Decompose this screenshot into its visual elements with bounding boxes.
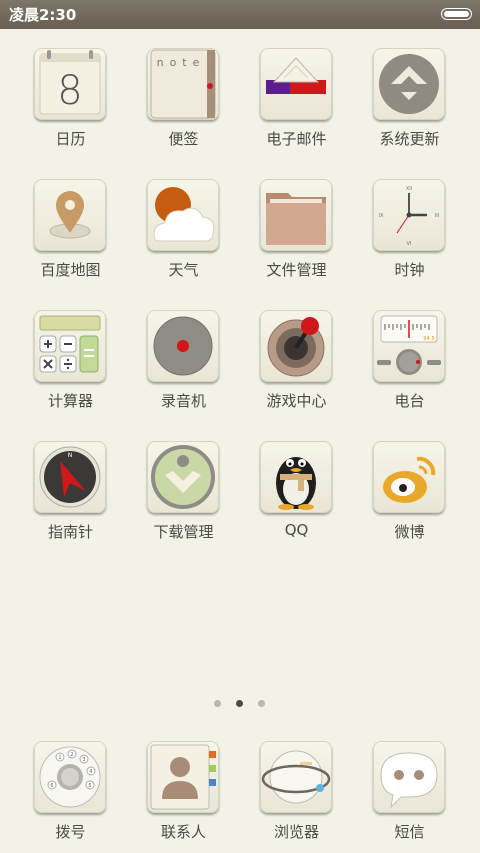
folder-icon bbox=[260, 179, 332, 251]
page-dot[interactable] bbox=[214, 700, 221, 707]
dock-app-browser[interactable]: www 浏览器 bbox=[240, 741, 353, 851]
radio-icon: 94.5 bbox=[373, 310, 445, 382]
app-baidu-map[interactable]: 百度地图 bbox=[14, 179, 127, 289]
app-label: 指南针 bbox=[47, 523, 93, 541]
system-update-icon bbox=[373, 48, 445, 120]
dial-digit: 1 bbox=[58, 755, 61, 761]
app-file-manager[interactable]: 文件管理 bbox=[240, 179, 353, 289]
app-label: 时钟 bbox=[394, 261, 425, 279]
email-icon bbox=[260, 48, 332, 120]
app-label: 日历 bbox=[55, 130, 86, 148]
messages-icon bbox=[373, 741, 445, 813]
weather-icon bbox=[147, 179, 219, 251]
app-download-manager[interactable]: 下载管理 bbox=[127, 441, 240, 551]
browser-globe-icon: www bbox=[260, 741, 332, 813]
notes-icon: note bbox=[147, 48, 219, 120]
app-label: 系统更新 bbox=[379, 130, 440, 148]
joystick-icon bbox=[260, 310, 332, 382]
dock-app-dialer[interactable]: 1 2 3 4 5 6 拨号 bbox=[14, 741, 127, 851]
weibo-icon bbox=[373, 441, 445, 513]
app-email[interactable]: 电子邮件 bbox=[240, 48, 353, 158]
app-label: 电台 bbox=[394, 392, 425, 410]
app-weather[interactable]: 天气 bbox=[127, 179, 240, 289]
clock-numeral-vi: VI bbox=[407, 241, 412, 247]
calendar-date: 8 bbox=[57, 68, 82, 114]
app-label: 电子邮件 bbox=[266, 130, 327, 148]
dial-digit: 6 bbox=[50, 783, 53, 789]
app-label: 微博 bbox=[394, 523, 425, 541]
calculator-icon bbox=[34, 310, 106, 382]
app-recorder[interactable]: 录音机 bbox=[127, 310, 240, 420]
notes-cover-text: note bbox=[157, 56, 206, 69]
battery-icon bbox=[441, 8, 472, 20]
clock-numeral-xii: XII bbox=[406, 186, 412, 192]
clock-icon: XII III VI IX bbox=[373, 179, 445, 251]
map-pin-icon bbox=[34, 179, 106, 251]
app-label: 下载管理 bbox=[153, 523, 214, 541]
page-dot[interactable] bbox=[258, 700, 265, 707]
clock-numeral-iii: III bbox=[435, 213, 439, 219]
app-notes[interactable]: note 便签 bbox=[127, 48, 240, 158]
app-label: 游戏中心 bbox=[266, 392, 327, 410]
recorder-icon bbox=[147, 310, 219, 382]
app-radio[interactable]: 94.5 电台 bbox=[353, 310, 466, 420]
app-compass[interactable]: N 指南针 bbox=[14, 441, 127, 551]
app-system-update[interactable]: 系统更新 bbox=[353, 48, 466, 158]
app-label: 联系人 bbox=[160, 823, 206, 841]
app-label: 便签 bbox=[168, 130, 199, 148]
compass-icon: N bbox=[34, 441, 106, 513]
download-icon bbox=[147, 441, 219, 513]
app-weibo[interactable]: 微博 bbox=[353, 441, 466, 551]
app-label: 天气 bbox=[168, 261, 199, 279]
app-qq[interactable]: QQ bbox=[240, 441, 353, 551]
status-time: 凌晨2:30 bbox=[9, 6, 77, 24]
qq-penguin-icon bbox=[260, 441, 332, 513]
app-label: 百度地图 bbox=[40, 261, 101, 279]
app-label: 短信 bbox=[394, 823, 425, 841]
app-clock[interactable]: XII III VI IX 时钟 bbox=[353, 179, 466, 289]
app-game-center[interactable]: 游戏中心 bbox=[240, 310, 353, 420]
app-label: 计算器 bbox=[47, 392, 93, 410]
globe-text: www bbox=[300, 761, 312, 767]
dock-app-contacts[interactable]: 联系人 bbox=[127, 741, 240, 851]
app-calendar[interactable]: 8 日历 bbox=[14, 48, 127, 158]
dock-app-messages[interactable]: 短信 bbox=[353, 741, 466, 851]
dial-digit: 4 bbox=[89, 769, 92, 775]
app-label: 拨号 bbox=[55, 823, 86, 841]
calendar-icon: 8 bbox=[34, 48, 106, 120]
phone-dialer-icon: 1 2 3 4 5 6 bbox=[34, 741, 106, 813]
contacts-icon bbox=[147, 741, 219, 813]
page-dot-current[interactable] bbox=[236, 700, 243, 707]
status-bar: 凌晨2:30 bbox=[0, 0, 480, 29]
dial-digit: 2 bbox=[70, 752, 73, 758]
app-calculator[interactable]: 计算器 bbox=[14, 310, 127, 420]
app-label: 录音机 bbox=[160, 392, 206, 410]
clock-numeral-ix: IX bbox=[379, 213, 384, 219]
compass-north: N bbox=[68, 452, 73, 459]
page-indicator[interactable] bbox=[214, 700, 266, 708]
radio-frequency: 94.5 bbox=[423, 336, 434, 342]
dial-digit: 3 bbox=[82, 757, 85, 763]
app-label: 浏览器 bbox=[273, 823, 319, 841]
app-label: QQ bbox=[284, 521, 309, 539]
dial-digit: 5 bbox=[88, 783, 91, 789]
app-label: 文件管理 bbox=[266, 261, 327, 279]
